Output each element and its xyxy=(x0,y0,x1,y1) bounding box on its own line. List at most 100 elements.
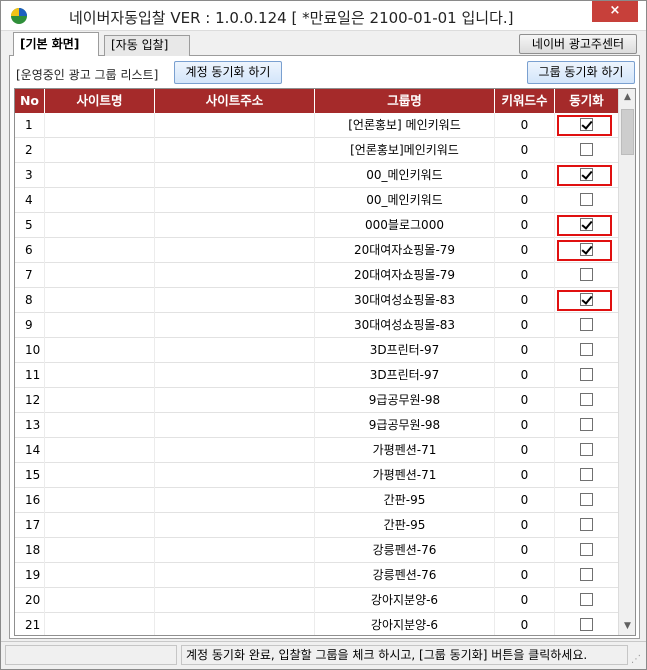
sync-checkbox[interactable] xyxy=(580,618,593,631)
sync-checkbox[interactable] xyxy=(580,343,593,356)
row-site-name xyxy=(45,238,155,263)
row-sync-cell xyxy=(555,388,618,413)
tab-auto-bid[interactable]: [자동 입찰] xyxy=(104,35,190,56)
sync-checkbox[interactable] xyxy=(580,418,593,431)
row-keyword-count: 0 xyxy=(495,413,555,438)
table-row[interactable]: 14 가평펜션-71 0 xyxy=(15,438,618,463)
sync-checkbox[interactable] xyxy=(580,218,593,231)
naver-ad-center-button[interactable]: 네이버 광고주센터 xyxy=(519,34,637,54)
table-row[interactable]: 16 간판-95 0 xyxy=(15,488,618,513)
row-group-name: [언론홍보] 메인키워드 xyxy=(315,113,495,138)
row-site-name xyxy=(45,513,155,538)
row-site-name xyxy=(45,538,155,563)
row-site-address xyxy=(155,138,315,163)
sync-checkbox[interactable] xyxy=(580,193,593,206)
row-group-name: 3D프린터-97 xyxy=(315,338,495,363)
sync-checkbox[interactable] xyxy=(580,368,593,381)
sync-checkbox[interactable] xyxy=(580,518,593,531)
row-site-address xyxy=(155,513,315,538)
row-site-name xyxy=(45,563,155,588)
row-site-name xyxy=(45,338,155,363)
scrollbar-thumb[interactable] xyxy=(621,109,634,155)
sync-checkbox[interactable] xyxy=(580,268,593,281)
row-no: 19 xyxy=(15,563,45,588)
row-no: 20 xyxy=(15,588,45,613)
scroll-down-icon[interactable]: ▼ xyxy=(619,618,635,635)
row-sync-cell xyxy=(555,513,618,538)
row-site-name xyxy=(45,313,155,338)
row-sync-cell xyxy=(555,288,618,313)
row-group-name: 00_메인키워드 xyxy=(315,188,495,213)
row-sync-cell xyxy=(555,238,618,263)
table-row[interactable]: 2 [언론홍보]메인키워드 0 xyxy=(15,138,618,163)
table-row[interactable]: 1 [언론홍보] 메인키워드 0 xyxy=(15,113,618,138)
row-sync-cell xyxy=(555,463,618,488)
sync-checkbox[interactable] xyxy=(580,168,593,181)
table-row[interactable]: 5 000블로그000 0 xyxy=(15,213,618,238)
row-sync-cell xyxy=(555,338,618,363)
sync-checkbox[interactable] xyxy=(580,118,593,131)
row-site-name xyxy=(45,113,155,138)
header-sync[interactable]: 동기화 xyxy=(555,89,618,113)
table-row[interactable]: 13 9급공무원-98 0 xyxy=(15,413,618,438)
sync-checkbox[interactable] xyxy=(580,318,593,331)
row-group-name: 간판-95 xyxy=(315,513,495,538)
table-row[interactable]: 7 20대여자쇼핑몰-79 0 xyxy=(15,263,618,288)
sync-checkbox[interactable] xyxy=(580,443,593,456)
tab-basic-screen[interactable]: [기본 화면] xyxy=(13,32,99,56)
sync-checkbox[interactable] xyxy=(580,493,593,506)
row-site-address xyxy=(155,313,315,338)
table-row[interactable]: 9 30대여성쇼핑몰-83 0 xyxy=(15,313,618,338)
row-site-address xyxy=(155,463,315,488)
row-site-name xyxy=(45,188,155,213)
table-row[interactable]: 19 강릉펜션-76 0 xyxy=(15,563,618,588)
sync-group-button[interactable]: 그룹 동기화 하기 xyxy=(527,61,635,84)
sync-checkbox[interactable] xyxy=(580,568,593,581)
row-site-name xyxy=(45,363,155,388)
sync-checkbox[interactable] xyxy=(580,243,593,256)
sync-checkbox[interactable] xyxy=(580,468,593,481)
sync-checkbox[interactable] xyxy=(580,293,593,306)
header-no[interactable]: No xyxy=(15,89,45,113)
header-group-name[interactable]: 그룹명 xyxy=(315,89,495,113)
sync-checkbox[interactable] xyxy=(580,543,593,556)
row-group-name: 3D프린터-97 xyxy=(315,363,495,388)
table-row[interactable]: 4 00_메인키워드 0 xyxy=(15,188,618,213)
row-sync-cell xyxy=(555,213,618,238)
sync-checkbox[interactable] xyxy=(580,393,593,406)
row-group-name: 강아지분양-6 xyxy=(315,613,495,635)
sync-checkbox[interactable] xyxy=(580,143,593,156)
table-row[interactable]: 21 강아지분양-6 0 xyxy=(15,613,618,635)
vertical-scrollbar[interactable]: ▲ ▼ xyxy=(618,89,635,635)
row-no: 17 xyxy=(15,513,45,538)
row-no: 14 xyxy=(15,438,45,463)
table-row[interactable]: 15 가평펜션-71 0 xyxy=(15,463,618,488)
row-keyword-count: 0 xyxy=(495,113,555,138)
row-site-address xyxy=(155,288,315,313)
resize-grip-icon[interactable]: ⋰ xyxy=(631,654,643,666)
row-keyword-count: 0 xyxy=(495,563,555,588)
table-row[interactable]: 11 3D프린터-97 0 xyxy=(15,363,618,388)
header-site-name[interactable]: 사이트명 xyxy=(45,89,155,113)
sync-account-button[interactable]: 계정 동기화 하기 xyxy=(174,61,282,84)
close-button[interactable]: × xyxy=(592,1,638,22)
grid-rows: 1 [언론홍보] 메인키워드 0 2 [언론홍보]메인키워드 0 3 00_메인키워드 0 4 00… xyxy=(15,113,618,635)
header-site-address[interactable]: 사이트주소 xyxy=(155,89,315,113)
table-row[interactable]: 12 9급공무원-98 0 xyxy=(15,388,618,413)
row-sync-cell xyxy=(555,538,618,563)
table-row[interactable]: 10 3D프린터-97 0 xyxy=(15,338,618,363)
table-row[interactable]: 3 00_메인키워드 0 xyxy=(15,163,618,188)
table-row[interactable]: 8 30대여성쇼핑몰-83 0 xyxy=(15,288,618,313)
table-row[interactable]: 6 20대여자쇼핑몰-79 0 xyxy=(15,238,618,263)
row-group-name: 00_메인키워드 xyxy=(315,163,495,188)
header-keyword-count[interactable]: 키워드수 xyxy=(495,89,555,113)
row-keyword-count: 0 xyxy=(495,213,555,238)
row-group-name: 강릉펜션-76 xyxy=(315,538,495,563)
table-row[interactable]: 18 강릉펜션-76 0 xyxy=(15,538,618,563)
scroll-up-icon[interactable]: ▲ xyxy=(619,89,635,106)
row-sync-cell xyxy=(555,413,618,438)
sync-checkbox[interactable] xyxy=(580,593,593,606)
row-no: 7 xyxy=(15,263,45,288)
table-row[interactable]: 17 간판-95 0 xyxy=(15,513,618,538)
table-row[interactable]: 20 강아지분양-6 0 xyxy=(15,588,618,613)
